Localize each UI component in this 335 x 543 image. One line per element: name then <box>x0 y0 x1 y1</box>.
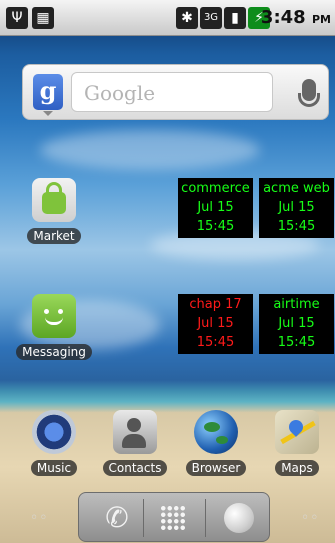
bluetooth-icon: ✱ <box>176 7 198 29</box>
status-widget-commerce[interactable]: commerce Jul 15 15:45 <box>178 178 253 238</box>
widget-time: Jul 15 15:45 <box>196 316 235 350</box>
cloud <box>40 130 260 170</box>
app-label-contacts: Contacts <box>102 460 168 476</box>
right-page-indicator[interactable]: ◦◦ <box>301 510 320 526</box>
clock-ampm: PM <box>311 13 331 26</box>
app-music[interactable]: Music <box>16 410 92 476</box>
app-messaging[interactable]: Messaging <box>16 294 92 360</box>
left-page-indicator[interactable]: ◦◦ <box>30 510 49 526</box>
search-input[interactable]: Google <box>71 72 273 112</box>
messaging-icon <box>32 294 76 338</box>
widget-title: acme web <box>263 181 330 196</box>
google-search-widget[interactable]: g Google <box>22 64 329 120</box>
widget-title: chap 17 <box>189 297 242 312</box>
clock: 3:48 PM <box>261 7 331 28</box>
dock-separator <box>143 499 144 537</box>
widget-time: Jul 15 15:45 <box>196 200 235 234</box>
android-debug-icon: ▦ <box>32 7 54 29</box>
status-widget-chap-17[interactable]: chap 17 Jul 15 15:45 <box>178 294 253 354</box>
google-logo-icon[interactable]: g <box>33 74 63 110</box>
app-contacts[interactable]: Contacts <box>97 410 173 476</box>
dock: ✆ <box>78 492 270 542</box>
widget-title: commerce <box>181 181 250 196</box>
app-maps[interactable]: Maps <box>259 410 335 476</box>
app-browser[interactable]: Browser <box>178 410 254 476</box>
status-bar: Ψ ▦ ✱ 3G ▮ ⚡ 3:48 PM <box>0 0 335 36</box>
app-label-music: Music <box>30 460 78 476</box>
market-bag-icon <box>32 178 76 222</box>
search-placeholder: Google <box>84 81 156 105</box>
app-label-market: Market <box>27 228 81 244</box>
app-drawer-icon[interactable] <box>160 505 186 531</box>
status-widget-airtime[interactable]: airtime Jul 15 15:45 <box>259 294 334 354</box>
status-widget-acme-web[interactable]: acme web Jul 15 15:45 <box>259 178 334 238</box>
music-speaker-icon <box>32 410 76 454</box>
app-label-maps: Maps <box>275 460 319 476</box>
browser-globe-icon <box>194 410 238 454</box>
app-market[interactable]: Market <box>16 178 92 244</box>
contacts-icon <box>113 410 157 454</box>
widget-time: Jul 15 15:45 <box>277 200 316 234</box>
usb-icon: Ψ <box>6 7 28 29</box>
google-logo-letter: g <box>39 76 57 105</box>
3g-icon: 3G <box>200 7 222 29</box>
source-dropdown-icon[interactable] <box>43 111 53 116</box>
phone-icon[interactable]: ✆ <box>101 502 133 534</box>
widget-title: airtime <box>273 297 320 312</box>
browser-dock-icon[interactable] <box>224 503 254 533</box>
signal-icon: ▮ <box>224 7 246 29</box>
microphone-stand <box>298 93 320 107</box>
maps-icon <box>275 410 319 454</box>
app-label-messaging: Messaging <box>16 344 92 360</box>
dock-separator <box>205 499 206 537</box>
widget-time: Jul 15 15:45 <box>277 316 316 350</box>
clock-time: 3:48 <box>260 7 306 28</box>
app-label-browser: Browser <box>185 460 247 476</box>
